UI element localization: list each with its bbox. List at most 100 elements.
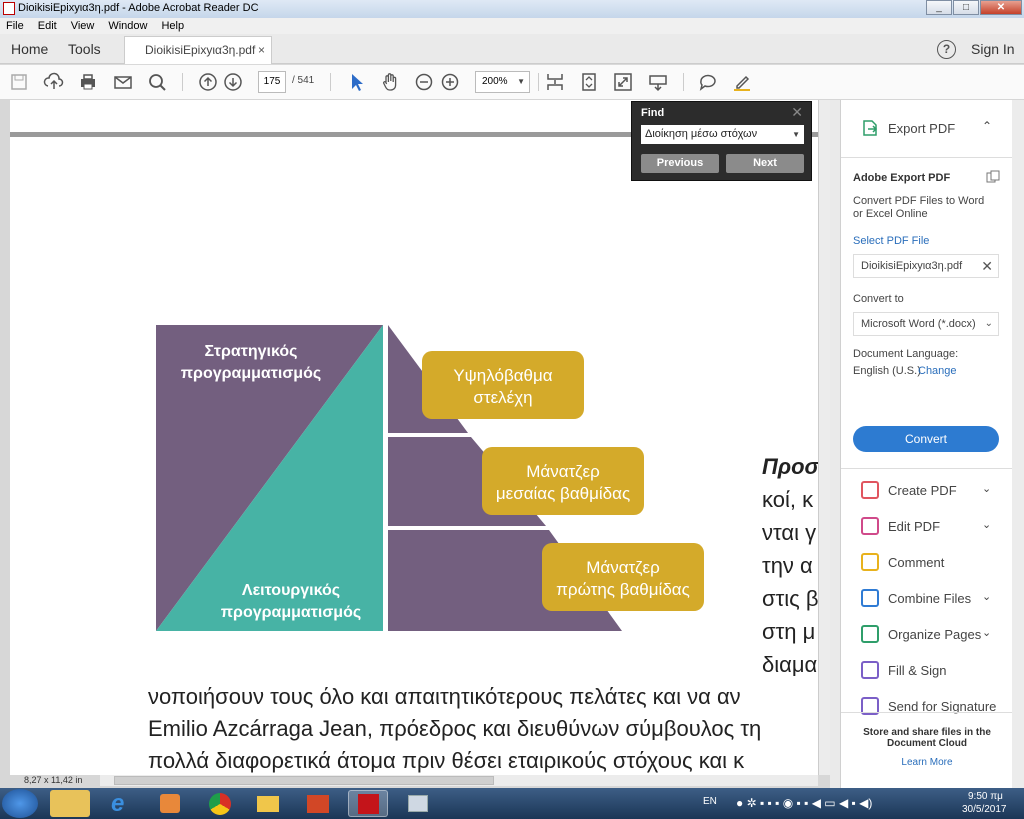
keyboard-icon[interactable] xyxy=(647,71,669,93)
print-icon[interactable] xyxy=(77,71,99,93)
vertical-scrollbar[interactable] xyxy=(818,100,830,775)
horizontal-scrollbar[interactable] xyxy=(100,775,818,786)
level-box-senior xyxy=(422,351,584,419)
strategic-label-line1: Στρατηγικός xyxy=(205,343,298,360)
search-icon[interactable] xyxy=(146,71,168,93)
chevron-down-icon[interactable]: ⌄ xyxy=(982,518,991,531)
document-viewport[interactable]: Στρατηγικός προγραμματισμός Λειτουργικός… xyxy=(0,100,830,788)
clock-time[interactable]: 9:50 πμ xyxy=(968,791,1003,802)
tool-edit-pdf[interactable]: Edit PDF ⌄ xyxy=(841,512,1013,542)
document-tab-label: DioikisiEpixyια3η.pdf xyxy=(145,43,256,57)
convert-format-select[interactable]: Microsoft Word (*.docx) ⌄ xyxy=(853,312,999,336)
menu-help[interactable]: Help xyxy=(161,18,184,34)
promo-line2: Document Cloud xyxy=(887,738,967,749)
select-pdf-file-link[interactable]: Select PDF File xyxy=(853,235,929,247)
export-pdf-title: Export PDF xyxy=(888,121,956,136)
tab-document[interactable]: DioikisiEpixyια3η.pdf × xyxy=(124,36,272,64)
acrobat-taskbar-icon[interactable] xyxy=(348,790,388,817)
comment-icon[interactable] xyxy=(697,71,719,93)
zoom-out-icon[interactable] xyxy=(413,71,435,93)
window-taskbar-icon[interactable] xyxy=(398,790,438,817)
explorer-taskbar-icon[interactable] xyxy=(50,790,90,817)
right-text-line: διαμα xyxy=(762,652,818,677)
remove-file-icon[interactable]: ✕ xyxy=(981,255,993,277)
document-language-label: Document Language: xyxy=(853,348,959,360)
convert-to-label: Convert to xyxy=(853,293,904,305)
zoom-in-icon[interactable] xyxy=(439,71,461,93)
right-text-line: νται γ xyxy=(762,520,817,545)
export-pdf-header[interactable]: Export PDF ⌃ xyxy=(841,100,1013,158)
hand-tool-icon[interactable] xyxy=(379,71,401,93)
find-previous-button[interactable]: Previous xyxy=(641,154,719,173)
right-text-line: στη μ xyxy=(762,619,816,644)
start-button[interactable] xyxy=(2,789,38,818)
chrome-taskbar-icon[interactable] xyxy=(200,790,240,817)
side-panel-toggle[interactable] xyxy=(830,100,840,788)
email-icon[interactable] xyxy=(112,71,134,93)
find-next-button[interactable]: Next xyxy=(726,154,804,173)
side-panel-scrollbar[interactable] xyxy=(1012,100,1024,788)
internet-explorer-taskbar-icon[interactable]: e xyxy=(100,790,140,817)
tool-combine-files[interactable]: Combine Files ⌄ xyxy=(841,584,1013,614)
menu-edit[interactable]: Edit xyxy=(38,18,57,34)
chevron-down-icon[interactable]: ⌄ xyxy=(982,482,991,495)
scroll-mode-icon[interactable] xyxy=(544,71,566,93)
menu-view[interactable]: View xyxy=(71,18,95,34)
media-player-taskbar-icon[interactable] xyxy=(150,790,190,817)
tool-organize-pages[interactable]: Organize Pages ⌄ xyxy=(841,620,1013,650)
selected-file-name: DioikisiEpixyια3η.pdf xyxy=(861,260,963,272)
convert-button[interactable]: Convert xyxy=(853,426,999,452)
system-tray-icons[interactable]: ● ✲ ▪ ▪ ▪ ◉ ▪ ▪ ◀ ▭ ◀ ▪ ◀) xyxy=(736,796,872,810)
edit-pdf-icon xyxy=(861,517,879,535)
tool-create-pdf[interactable]: Create PDF ⌄ xyxy=(841,476,1013,506)
chevron-down-icon[interactable]: ▼ xyxy=(792,125,800,144)
selected-file-field[interactable]: DioikisiEpixyια3η.pdf ✕ xyxy=(853,254,999,278)
fit-page-icon[interactable] xyxy=(578,71,600,93)
input-language-indicator[interactable]: EN xyxy=(703,796,717,807)
planning-pyramid-diagram: Στρατηγικός προγραμματισμός Λειτουργικός… xyxy=(156,325,704,631)
minimize-button[interactable]: _ xyxy=(926,0,952,15)
previous-page-icon[interactable] xyxy=(197,71,219,93)
tab-tools[interactable]: Tools xyxy=(68,41,101,57)
chevron-down-icon[interactable]: ⌄ xyxy=(982,590,991,603)
save-icon[interactable] xyxy=(8,71,30,93)
menu-file[interactable]: File xyxy=(6,18,24,34)
select-cursor-icon[interactable] xyxy=(345,71,367,93)
chevron-up-icon[interactable]: ⌃ xyxy=(982,119,992,133)
upload-icon[interactable] xyxy=(43,71,65,93)
promo-line1: Store and share files in the xyxy=(863,727,991,738)
tool-comment[interactable]: Comment xyxy=(841,548,1013,578)
full-screen-icon[interactable] xyxy=(612,71,634,93)
zoom-select[interactable]: 200% ▼ xyxy=(475,71,530,93)
highlight-icon[interactable] xyxy=(731,71,753,93)
organize-pages-icon xyxy=(861,625,879,643)
menu-window[interactable]: Window xyxy=(108,18,147,34)
maximize-button[interactable]: □ xyxy=(953,0,979,15)
find-title: Find xyxy=(641,107,665,119)
change-language-link[interactable]: Change xyxy=(918,365,957,377)
learn-more-link[interactable]: Learn More xyxy=(841,757,1013,768)
windows-taskbar: e EN ● ✲ ▪ ▪ ▪ ◉ ▪ ▪ ◀ ▭ ◀ ▪ ◀) 9:50 πμ … xyxy=(0,788,1024,819)
close-tab-icon[interactable]: × xyxy=(258,37,265,63)
next-page-icon[interactable] xyxy=(222,71,244,93)
menu-bar: File Edit View Window Help xyxy=(0,18,1024,34)
page-total: / 541 xyxy=(292,75,315,86)
page-number-input[interactable]: 175 xyxy=(258,71,286,93)
tab-home[interactable]: Home xyxy=(11,41,48,57)
chevron-down-icon[interactable]: ⌄ xyxy=(982,626,991,639)
copy-icon[interactable] xyxy=(986,170,1000,184)
close-window-button[interactable]: ✕ xyxy=(980,0,1022,15)
office-taskbar-icon[interactable] xyxy=(298,790,338,817)
sign-in-link[interactable]: Sign In xyxy=(971,41,1015,57)
tool-label: Fill & Sign xyxy=(888,663,947,678)
horizontal-scroll-thumb[interactable] xyxy=(114,776,494,785)
help-icon[interactable]: ? xyxy=(937,40,956,59)
body-text-line: νοποιήσουν τους όλο και απαιτητικότερους… xyxy=(148,684,741,709)
find-input[interactable]: Διοίκηση μέσω στόχων ▼ xyxy=(641,125,804,144)
tool-fill-sign[interactable]: Fill & Sign xyxy=(841,656,1013,686)
close-find-icon[interactable]: ✕ xyxy=(791,104,803,121)
create-pdf-icon xyxy=(861,481,879,499)
folder-taskbar-icon[interactable] xyxy=(248,790,288,817)
clock-date[interactable]: 30/5/2017 xyxy=(962,804,1007,815)
tool-label: Edit PDF xyxy=(888,519,941,534)
